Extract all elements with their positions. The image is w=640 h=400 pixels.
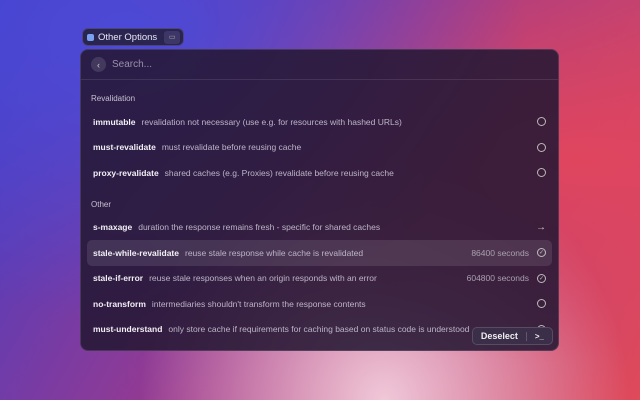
item-description: intermediaries shouldn't transform the r… — [151, 298, 366, 309]
item-title: stale-while-revalidate — [93, 247, 179, 258]
item-description: revalidation not necessary (use e.g. for… — [141, 116, 402, 127]
terminal-icon[interactable]: >_ — [525, 331, 552, 341]
list-item[interactable]: must-revalidate must revalidate before re… — [87, 135, 552, 161]
list-item[interactable]: proxy-revalidate shared caches (e.g. Prox… — [87, 160, 552, 186]
item-title: must-understand — [93, 324, 163, 335]
keyboard-icon[interactable]: ▭ — [164, 30, 181, 44]
circle-icon — [537, 168, 546, 178]
app-icon — [87, 33, 94, 41]
item-description: shared caches (e.g. Proxies) revalidate … — [164, 167, 394, 178]
options-window: ‹ Revalidation immutable revalidation not … — [80, 49, 559, 351]
item-description: must revalidate before reusing cache — [161, 142, 302, 153]
search-input[interactable] — [112, 59, 244, 70]
item-title: s-maxage — [93, 222, 133, 233]
item-description: duration the response remains fresh - sp… — [138, 222, 381, 233]
check-circle-icon: ✓ — [537, 248, 546, 258]
list-item[interactable]: immutable revalidation not necessary (use… — [87, 109, 552, 135]
command-chip[interactable]: Other Options ▭ — [82, 28, 185, 46]
list-item[interactable]: stale-if-error reuse stale responses when… — [87, 266, 552, 292]
section-header: Revalidation — [91, 94, 136, 103]
arrow-right-icon: → — [536, 221, 546, 233]
item-title: immutable — [93, 116, 136, 127]
item-accessory: 604800 seconds — [466, 273, 529, 284]
deselect-button[interactable]: Deselect — [473, 331, 526, 341]
check-circle-icon: ✓ — [537, 273, 546, 283]
item-title: stale-if-error — [93, 273, 144, 284]
chip-label: Other Options — [98, 31, 158, 43]
item-title: proxy-revalidate — [93, 167, 159, 178]
item-description: reuse stale response while cache is reva… — [184, 247, 364, 258]
list-item[interactable]: no-transform intermediaries shouldn't tra… — [87, 291, 552, 317]
options-list: Revalidation immutable revalidation not ne… — [81, 80, 558, 342]
circle-icon — [537, 117, 546, 127]
section-header: Other — [91, 199, 112, 209]
circle-icon — [537, 142, 546, 152]
item-description: reuse stale responses when an origin res… — [149, 273, 377, 284]
item-title: no-transform — [93, 298, 146, 309]
list-item[interactable]: stale-while-revalidate reuse stale respon… — [87, 240, 552, 266]
back-icon[interactable]: ‹ — [91, 57, 106, 72]
action-bar: Deselect >_ — [471, 327, 553, 345]
search-bar: ‹ — [81, 50, 558, 80]
item-accessory: 86400 seconds — [471, 247, 529, 258]
circle-icon — [537, 299, 546, 309]
list-item[interactable]: s-maxage duration the response remains fr… — [87, 215, 552, 241]
item-title: must-revalidate — [93, 142, 156, 153]
